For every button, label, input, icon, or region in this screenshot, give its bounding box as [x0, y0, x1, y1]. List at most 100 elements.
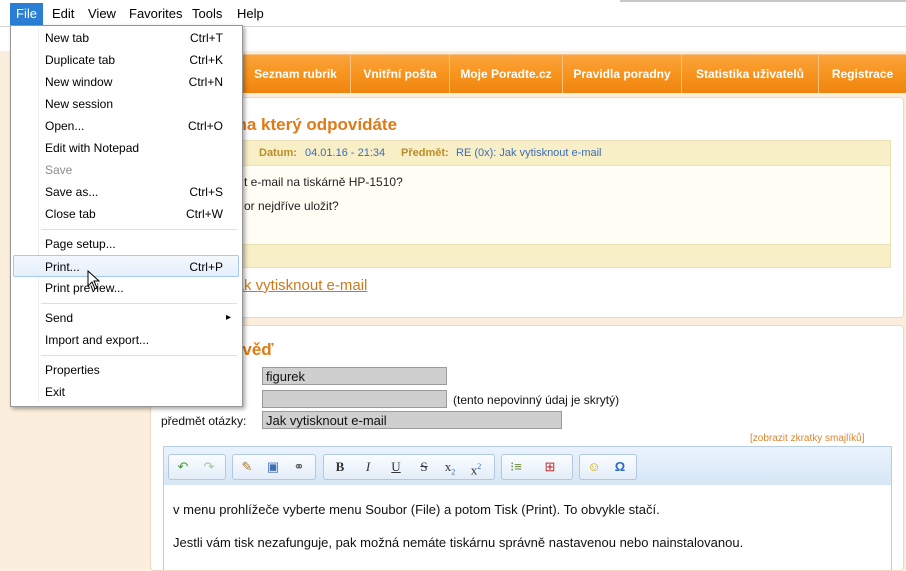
nav-seznam-rubrik[interactable]: Seznam rubrik [241, 55, 351, 93]
format-group: B I U S x2 x2 [323, 454, 495, 480]
menu-item-new-tab[interactable]: New tab Ctrl+T [13, 27, 239, 49]
paste-icon[interactable]: ✎ [237, 457, 257, 477]
mouse-cursor-icon [87, 270, 101, 290]
menu-bar: File Edit View Favorites Tools Help [0, 0, 906, 27]
list-table-group: ⁝≡ ⊞ [501, 454, 573, 480]
underline-icon[interactable]: U [386, 457, 406, 477]
menu-edit[interactable]: Edit [46, 4, 80, 24]
show-smileys-link[interactable]: [zobrazit zkratky smajlíků] [750, 433, 864, 444]
menu-item-edit-notepad[interactable]: Edit with Notepad [13, 137, 239, 159]
submenu-arrow-icon: ▸ [225, 312, 231, 323]
menu-separator [41, 229, 237, 230]
question-box: t Datum: 04.01.16 - 21:34 Předmět: RE (0… [163, 140, 891, 268]
extras-group: ☺ Ω [579, 454, 637, 480]
nav-moje-poradte[interactable]: Moje Poradte.cz [450, 55, 563, 93]
email-note: (tento nepovinný údaj je skrytý) [453, 393, 620, 407]
menu-item-open[interactable]: Open... Ctrl+O [13, 115, 239, 137]
menu-item-close-tab[interactable]: Close tab Ctrl+W [13, 203, 239, 225]
subject-field-label: předmět otázky: [161, 414, 247, 428]
menu-file[interactable]: File [10, 3, 43, 25]
question-link[interactable]: Jak vytisknout e-mail [228, 277, 367, 294]
menu-item-print-preview[interactable]: Print preview... [13, 277, 239, 299]
question-line-2: or nejdříve uložit? [244, 199, 339, 213]
editor-toolbar: ↶ ↷ ✎ ▣ ⚭ B I U S x2 x2 ⁝≡ ⊞ ☺ Ω [163, 446, 892, 486]
menu-help[interactable]: Help [231, 4, 270, 24]
undo-icon[interactable]: ↶ [173, 457, 193, 477]
name-field[interactable]: figurek [262, 367, 447, 385]
menu-item-label: New window [45, 75, 113, 89]
insert-group: ✎ ▣ ⚭ [232, 454, 316, 480]
table-icon[interactable]: ⊞ [540, 457, 560, 477]
smiley-icon[interactable]: ☺ [584, 457, 604, 477]
omega-icon[interactable]: Ω [610, 457, 630, 477]
menu-item-label: Page setup... [45, 237, 116, 251]
menu-separator [41, 355, 237, 356]
menu-item-new-window[interactable]: New window Ctrl+N [13, 71, 239, 93]
menu-item-shortcut: Ctrl+O [187, 119, 223, 133]
subject-value: RE (0x): Jak vytisknout e-mail [456, 147, 602, 159]
menu-item-label: Send [45, 311, 74, 325]
strikethrough-icon[interactable]: S [414, 457, 434, 477]
editor-line-1: v menu prohlížeče vyberte menu Soubor (F… [173, 502, 660, 517]
email-field[interactable] [262, 390, 447, 408]
link-icon[interactable]: ⚭ [289, 457, 309, 477]
nav-registrace[interactable]: Registrace [819, 55, 906, 93]
date-label: Datum: [259, 147, 297, 159]
menu-favorites[interactable]: Favorites [123, 4, 188, 24]
menu-item-label: New session [45, 97, 114, 111]
undo-redo-group: ↶ ↷ [168, 454, 226, 480]
subscript-icon[interactable]: x2 [440, 457, 460, 477]
menu-view[interactable]: View [82, 4, 122, 24]
redo-icon[interactable]: ↷ [199, 457, 219, 477]
answer-panel: ověď figurek (tento nepovinný údaj je sk… [150, 325, 904, 571]
menu-item-label: Properties [45, 363, 100, 377]
file-menu-dropdown: New tab Ctrl+T Duplicate tab Ctrl+K New wi… [10, 25, 243, 407]
menu-separator [41, 303, 237, 304]
menu-item-shortcut: Ctrl+P [189, 260, 223, 274]
superscript-icon[interactable]: x2 [466, 457, 486, 477]
nav-statistika[interactable]: Statistika uživatelů [682, 55, 819, 93]
editor-body[interactable]: v menu prohlížeče vyberte menu Soubor (F… [163, 485, 892, 570]
image-icon[interactable]: ▣ [263, 457, 283, 477]
menu-item-label: Import and export... [45, 333, 150, 347]
menu-tools[interactable]: Tools [186, 4, 228, 24]
nav-vnitrni-posta[interactable]: Vnitřní pošta [351, 55, 450, 93]
menu-item-shortcut: Ctrl+K [189, 53, 223, 67]
menu-item-label: Open... [45, 119, 85, 133]
subject-field[interactable]: Jak vytisknout e-mail [262, 411, 562, 429]
menu-item-shortcut: Ctrl+S [189, 185, 223, 199]
menu-item-label: Print preview... [45, 281, 124, 295]
menu-item-duplicate-tab[interactable]: Duplicate tab Ctrl+K [13, 49, 239, 71]
italic-icon[interactable]: I [358, 457, 378, 477]
menu-item-label: Duplicate tab [45, 53, 116, 67]
menu-item-new-session[interactable]: New session [13, 93, 239, 115]
question-box-footer [164, 244, 890, 267]
question-panel: , na který odpovídáte t Datum: 04.01.16 … [150, 97, 904, 318]
menu-item-shortcut: Ctrl+N [188, 75, 223, 89]
menu-item-print[interactable]: Print... Ctrl+P [13, 255, 239, 277]
menu-item-label: Edit with Notepad [45, 141, 140, 155]
list-icon[interactable]: ⁝≡ [506, 457, 526, 477]
menu-item-exit[interactable]: Exit [13, 381, 239, 403]
menu-item-page-setup[interactable]: Page setup... [13, 233, 239, 255]
question-heading: , na který odpovídáte [227, 115, 398, 134]
menu-item-send[interactable]: Send ▸ [13, 307, 239, 329]
menu-item-label: New tab [45, 31, 90, 45]
date-value: 04.01.16 - 21:34 [305, 147, 386, 159]
menu-item-properties[interactable]: Properties [13, 359, 239, 381]
question-line-1: t e-mail na tiskárně HP-1510? [244, 175, 403, 189]
bold-icon[interactable]: B [330, 457, 350, 477]
menu-item-shortcut: Ctrl+W [186, 207, 223, 221]
menu-item-label: Save as... [45, 185, 99, 199]
menu-item-label: Print... [45, 260, 80, 274]
menu-item-save-as[interactable]: Save as... Ctrl+S [13, 181, 239, 203]
menu-item-label: Save [45, 163, 73, 177]
menu-item-label: Exit [45, 385, 66, 399]
site-nav: Seznam rubrik Vnitřní pošta Moje Poradte… [150, 54, 906, 93]
menu-item-import-export[interactable]: Import and export... [13, 329, 239, 351]
tab-strip-edge [620, 0, 906, 2]
question-meta: t Datum: 04.01.16 - 21:34 Předmět: RE (0… [164, 141, 890, 166]
menu-item-save: Save [13, 159, 239, 181]
editor-line-2: Jestli vám tisk nezafunguje, pak možná n… [173, 535, 744, 550]
nav-pravidla-poradny[interactable]: Pravidla poradny [563, 55, 682, 93]
